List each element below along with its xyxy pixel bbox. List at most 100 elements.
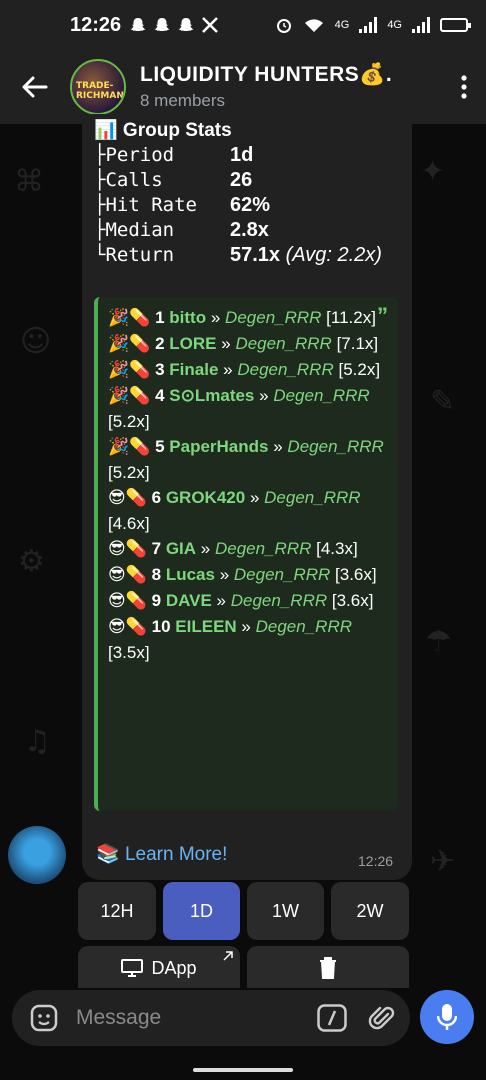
stats-key: ├Hit Rate bbox=[94, 194, 197, 216]
return-average: (Avg: 2.2x) bbox=[285, 244, 382, 266]
slash-command-icon bbox=[317, 1004, 347, 1032]
snapchat-icon bbox=[130, 18, 146, 31]
sticker-icon bbox=[30, 1004, 58, 1032]
avatar-logo-text: TRADE-RICHMAN bbox=[76, 81, 124, 101]
period-button-1w[interactable]: 1W bbox=[247, 882, 324, 940]
leaderboard-entry: 🎉💊 5 PaperHands » Degen_RRR [5.2x] bbox=[108, 434, 388, 485]
entry-rank: 5 bbox=[155, 437, 165, 456]
entry-token-name[interactable]: PaperHands bbox=[169, 437, 268, 456]
entry-multiplier: [3.6x] bbox=[331, 591, 374, 610]
books-icon: 📚 bbox=[96, 844, 120, 865]
leaderboard-entry: 😎💊 8 Lucas » Degen_RRR [3.6x] bbox=[108, 562, 388, 588]
back-button[interactable] bbox=[0, 50, 70, 124]
entry-caller[interactable]: Degen_RRR bbox=[237, 360, 333, 379]
signal-icon bbox=[359, 17, 378, 33]
entry-caller[interactable]: Degen_RRR bbox=[235, 334, 331, 353]
entry-rank: 2 bbox=[155, 334, 165, 353]
entry-emoji: 🎉💊 bbox=[108, 437, 151, 457]
stats-key: └Return bbox=[94, 244, 175, 266]
entry-separator: » bbox=[210, 308, 221, 327]
entry-caller[interactable]: Degen_RRR bbox=[225, 308, 321, 327]
entry-separator: » bbox=[273, 437, 283, 456]
more-menu-button[interactable] bbox=[442, 50, 486, 124]
entry-multiplier: [11.2x] bbox=[326, 308, 376, 327]
period-button-1d[interactable]: 1D bbox=[163, 882, 240, 940]
leaderboard-list: 🎉💊 1 bitto » Degen_RRR [11.2x] 🎉💊 2 LORE … bbox=[108, 305, 388, 665]
entry-emoji: 😎💊 bbox=[108, 539, 147, 559]
message-time: 12:26 bbox=[358, 853, 394, 869]
leaderboard-entry: 😎💊 6 GROK420 » Degen_RRR [4.6x] bbox=[108, 485, 388, 536]
entry-multiplier: [5.2x] bbox=[108, 412, 150, 431]
x-icon bbox=[202, 17, 219, 33]
doodle-icon: ♫ bbox=[24, 724, 51, 759]
battery-icon bbox=[440, 18, 471, 32]
entry-token-name[interactable]: GROK420 bbox=[166, 488, 245, 507]
entry-token-name[interactable]: bitto bbox=[169, 308, 206, 327]
dapp-label: DApp bbox=[151, 957, 197, 978]
entry-emoji: 😎💊 bbox=[108, 591, 147, 611]
doodle-icon: ☂ bbox=[425, 624, 452, 659]
leaderboard-quote: ” 🎉💊 1 bitto » Degen_RRR [11.2x] 🎉💊 2 LOR… bbox=[94, 297, 398, 811]
header-text[interactable]: LIQUIDITY HUNTERS💰. 8 members bbox=[140, 63, 392, 111]
delete-button[interactable] bbox=[247, 946, 409, 990]
entry-caller[interactable]: Degen_RRR bbox=[256, 617, 352, 636]
doodle-icon: ☺ bbox=[20, 324, 52, 359]
entry-emoji: 😎💊 bbox=[108, 565, 147, 585]
sender-avatar[interactable] bbox=[8, 826, 66, 884]
entry-caller[interactable]: Degen_RRR bbox=[231, 591, 327, 610]
entry-emoji: 🎉💊 bbox=[108, 360, 151, 380]
stats-row: └Return 57.1x (Avg: 2.2x) bbox=[94, 243, 382, 268]
commands-button[interactable] bbox=[310, 1004, 354, 1032]
input-bar bbox=[0, 988, 486, 1050]
entry-rank: 3 bbox=[155, 360, 165, 379]
notification-icons bbox=[129, 16, 219, 34]
entry-rank: 10 bbox=[151, 617, 171, 636]
alarm-icon bbox=[276, 19, 291, 33]
voice-record-button[interactable] bbox=[420, 990, 474, 1044]
entry-token-name[interactable]: Finale bbox=[169, 360, 218, 379]
entry-caller[interactable]: Degen_RRR bbox=[215, 539, 311, 558]
entry-caller[interactable]: Degen_RRR bbox=[287, 437, 383, 456]
group-avatar[interactable]: TRADE-RICHMAN bbox=[70, 59, 126, 115]
entry-token-name[interactable]: EILEEN bbox=[175, 617, 236, 636]
status-bar: 12:26 4G 4G bbox=[0, 0, 486, 50]
entry-multiplier: [3.5x] bbox=[108, 643, 150, 662]
attach-button[interactable] bbox=[354, 1004, 410, 1032]
chat-header: TRADE-RICHMAN LIQUIDITY HUNTERS💰. 8 memb… bbox=[0, 50, 486, 124]
doodle-icon: ✎ bbox=[430, 384, 456, 419]
entry-token-name[interactable]: GIA bbox=[166, 539, 196, 558]
more-vertical-icon bbox=[461, 75, 467, 99]
entry-rank: 9 bbox=[151, 591, 162, 610]
entry-emoji: 😎💊 bbox=[108, 488, 147, 508]
period-button-2w[interactable]: 2W bbox=[331, 882, 409, 940]
entry-caller[interactable]: Degen_RRR bbox=[273, 386, 369, 405]
trash-icon bbox=[320, 957, 336, 979]
message-input[interactable] bbox=[76, 1006, 296, 1030]
stats-key: ├Period bbox=[94, 144, 175, 166]
learn-more-link[interactable]: 📚 Learn More! bbox=[96, 842, 227, 866]
entry-separator: » bbox=[249, 488, 260, 507]
stats-value: 62% bbox=[230, 194, 271, 216]
stats-row: ├Median 2.8x bbox=[94, 218, 382, 243]
entry-token-name[interactable]: DAVE bbox=[166, 591, 212, 610]
entry-multiplier: [4.6x] bbox=[108, 514, 150, 533]
entry-emoji: 🎉💊 bbox=[108, 334, 151, 354]
period-button-12h[interactable]: 12H bbox=[78, 882, 156, 940]
entry-rank: 4 bbox=[155, 386, 165, 405]
entry-separator: » bbox=[241, 617, 251, 636]
home-handle[interactable] bbox=[193, 1068, 293, 1072]
dapp-button[interactable]: DApp bbox=[78, 946, 240, 990]
group-stats: 📊 Group Stats ├Period 1d ├Calls 26 ├Hit … bbox=[94, 118, 382, 268]
entry-caller[interactable]: Degen_RRR bbox=[234, 565, 330, 584]
doodle-icon: ⚙ bbox=[18, 544, 45, 579]
entry-caller[interactable]: Degen_RRR bbox=[264, 488, 360, 507]
stats-key: ├Calls bbox=[94, 169, 163, 191]
entry-rank: 8 bbox=[151, 565, 162, 584]
signal-icon bbox=[412, 17, 430, 33]
entry-token-name[interactable]: Lucas bbox=[166, 565, 215, 584]
entry-token-name[interactable]: LORE bbox=[169, 334, 216, 353]
emoji-button[interactable] bbox=[12, 1004, 76, 1032]
stats-value: 57.1x (Avg: 2.2x) bbox=[230, 243, 382, 268]
microphone-icon bbox=[437, 1004, 457, 1030]
entry-token-name[interactable]: S⊙Lmates bbox=[169, 386, 254, 405]
